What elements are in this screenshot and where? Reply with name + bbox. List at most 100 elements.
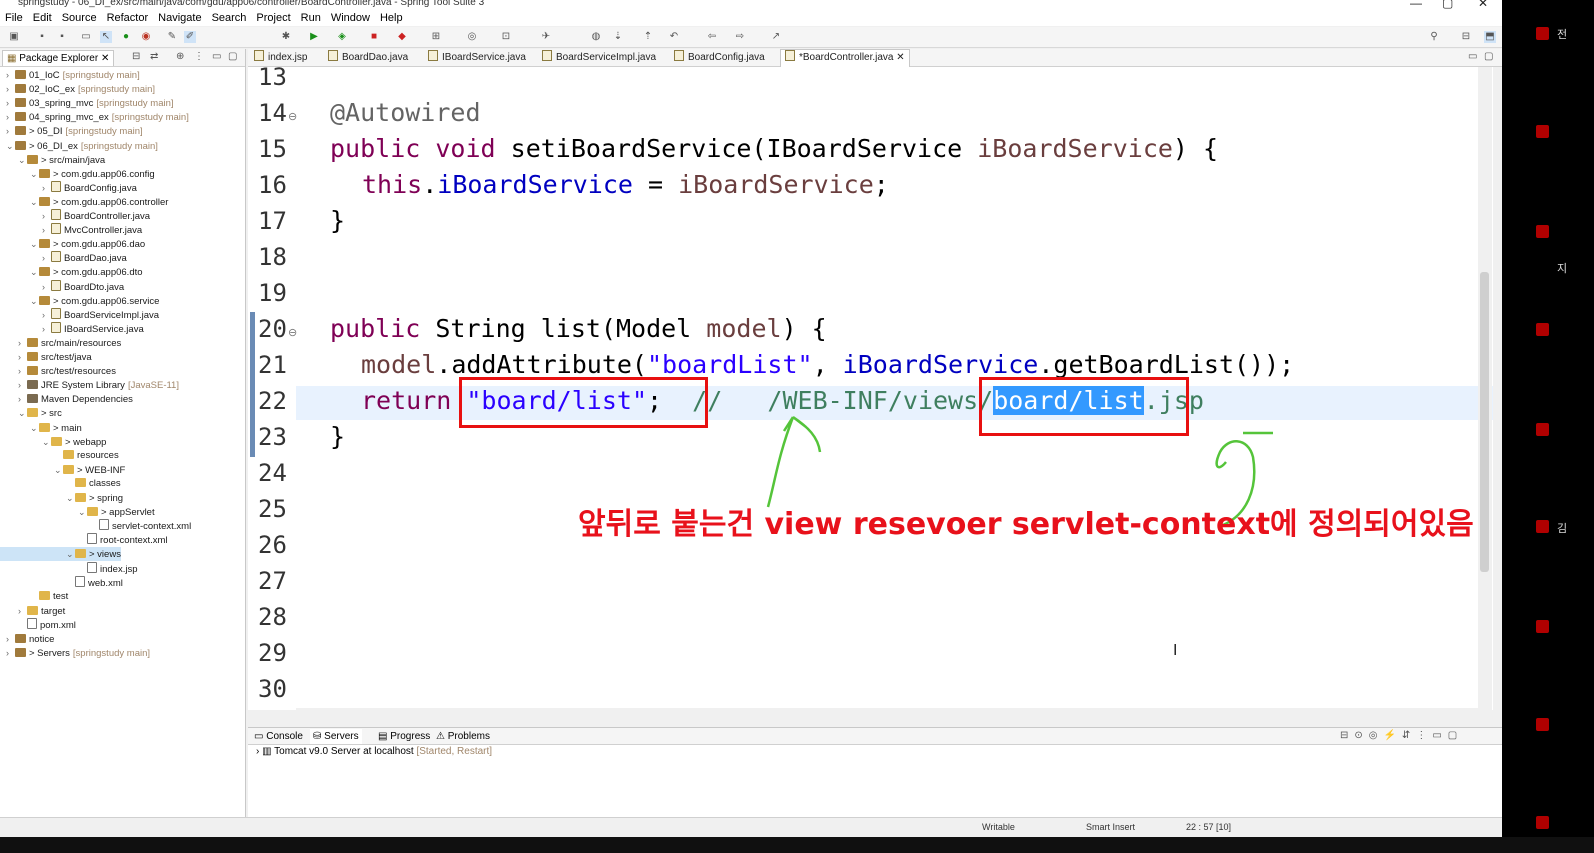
chevron-icon[interactable]: ⌄ <box>66 491 75 505</box>
chevron-icon[interactable]: › <box>6 96 15 110</box>
spring-icon[interactable]: ◉ <box>140 31 152 43</box>
search-icon[interactable]: ⚲ <box>1428 31 1440 43</box>
chevron-icon[interactable]: ⌄ <box>30 195 39 209</box>
server-entry[interactable]: › ▥ Tomcat v9.0 Server at localhost [Sta… <box>256 746 492 757</box>
fold-icon[interactable]: ⊖ <box>288 326 297 339</box>
console-icon[interactable]: ▭ <box>80 31 92 43</box>
tab-boardcontroller-java[interactable]: *BoardController.java ✕ <box>780 49 910 67</box>
tree-item[interactable]: ⌄ > WEB-INF <box>0 463 125 477</box>
boot-dashboard-icon[interactable]: ● <box>120 31 132 43</box>
open-task-icon[interactable]: ✈ <box>540 31 552 43</box>
external-tools-icon[interactable]: ◆ <box>396 31 408 43</box>
tree-item[interactable]: › 04_spring_mvc_ex [springstudy main] <box>0 110 189 124</box>
spring-perspective-icon[interactable]: ⬒ <box>1484 31 1496 43</box>
editor-vertical-scrollbar[interactable] <box>1478 67 1492 710</box>
tree-item[interactable]: servlet-context.xml <box>0 519 191 533</box>
tab-boardconfig-java[interactable]: BoardConfig.java <box>674 50 765 65</box>
chevron-icon[interactable]: › <box>42 322 51 336</box>
menu-source[interactable]: Source <box>57 10 102 25</box>
forward-icon[interactable]: ⇨ <box>734 31 746 43</box>
tab-console[interactable]: ▭ Console <box>254 729 303 744</box>
stop-icon[interactable]: ■ <box>368 31 380 43</box>
chevron-icon[interactable]: ⌄ <box>42 435 51 449</box>
tree-item[interactable]: › 03_spring_mvc [springstudy main] <box>0 96 174 110</box>
tree-item[interactable]: resources <box>0 449 119 463</box>
tree-item[interactable]: ⌄ > webapp <box>0 435 106 449</box>
debug-icon[interactable]: ✱ <box>280 31 292 43</box>
chevron-icon[interactable]: › <box>6 124 15 138</box>
tree-item[interactable]: › BoardServiceImpl.java <box>0 307 159 322</box>
tree-item[interactable]: › > 05_DI [springstudy main] <box>0 124 143 138</box>
tree-item[interactable]: › src/test/resources <box>0 364 116 378</box>
tree-item[interactable]: ⌄ > spring <box>0 491 123 505</box>
tree-item[interactable]: › BoardController.java <box>0 209 150 223</box>
pin-editor-icon[interactable]: ↗ <box>770 31 782 43</box>
chevron-icon[interactable]: ⌄ <box>30 167 39 181</box>
chevron-icon[interactable]: ⌄ <box>30 294 39 308</box>
server-actions-icon[interactable]: ⊟⊙◎⚡⇵⋮▭▢ <box>1340 730 1463 741</box>
tree-item[interactable]: › src/test/java <box>0 350 92 364</box>
chevron-icon[interactable]: ⌄ <box>18 406 27 420</box>
tab-servers[interactable]: ⛁ Servers <box>310 729 362 744</box>
chevron-icon[interactable]: › <box>42 181 51 195</box>
tree-item[interactable]: › > Servers [springstudy main] <box>0 646 150 660</box>
tree-item[interactable]: ⌄ > main <box>0 421 82 435</box>
tree-item[interactable]: ⌄ > com.gdu.app06.dto <box>0 265 143 279</box>
toggle-icon[interactable]: ↖ <box>100 31 112 43</box>
editor-horizontal-scrollbar[interactable] <box>296 708 1480 720</box>
close-button[interactable]: ✕ <box>1478 0 1488 10</box>
tree-item[interactable]: root-context.xml <box>0 533 168 547</box>
tree-item[interactable]: ⌄ > src/main/java <box>0 153 105 167</box>
tree-item[interactable]: › notice <box>0 632 54 646</box>
maximize-button[interactable]: ▢ <box>1442 0 1453 10</box>
chevron-icon[interactable]: › <box>18 350 27 364</box>
tree-item[interactable]: ⌄ > views <box>0 547 121 562</box>
minimize-button[interactable]: — <box>1410 0 1422 10</box>
tab-iboardservice-java[interactable]: IBoardService.java <box>428 50 526 65</box>
globe-icon[interactable]: ◍ <box>590 31 602 43</box>
menu-window[interactable]: Window <box>326 10 375 25</box>
tree-item[interactable]: › BoardDto.java <box>0 279 124 294</box>
menu-refactor[interactable]: Refactor <box>102 10 154 25</box>
tab-package-explorer[interactable]: ▦ Package Explorer ✕ <box>2 50 115 66</box>
tab-progress[interactable]: ▤ Progress <box>378 729 430 744</box>
tab-problems[interactable]: ⚠ Problems <box>436 729 490 744</box>
tree-item[interactable]: classes <box>0 477 121 491</box>
menu-search[interactable]: Search <box>207 10 252 25</box>
tree-item[interactable]: ⌄ > 06_DI_ex [springstudy main] <box>0 139 158 153</box>
tree-item[interactable]: web.xml <box>0 575 123 590</box>
view-menu-icon[interactable]: ⋮ <box>194 51 204 62</box>
chevron-icon[interactable]: ⌄ <box>54 463 63 477</box>
tree-item[interactable]: test <box>0 590 68 604</box>
tree-item[interactable]: › JRE System Library [JavaSE-11] <box>0 378 179 392</box>
tree-item[interactable]: › Maven Dependencies <box>0 392 133 406</box>
chevron-icon[interactable]: ⌄ <box>66 547 75 561</box>
save-icon[interactable]: ▪ <box>36 31 48 43</box>
coverage-icon[interactable]: ◈ <box>336 31 348 43</box>
chevron-icon[interactable]: › <box>42 280 51 294</box>
tab-index-jsp[interactable]: index.jsp <box>254 50 307 65</box>
last-edit-icon[interactable]: ↶ <box>668 31 680 43</box>
maximize-editor-icon[interactable]: ▢ <box>1484 51 1493 62</box>
new-class-icon[interactable]: ◎ <box>466 31 478 43</box>
tree-item[interactable]: ⌄ > appServlet <box>0 505 155 519</box>
chevron-icon[interactable]: › <box>42 251 51 265</box>
chevron-icon[interactable]: › <box>6 68 15 82</box>
open-type-icon[interactable]: ⊡ <box>500 31 512 43</box>
tree-item[interactable]: › BoardDao.java <box>0 251 127 265</box>
chevron-icon[interactable]: › <box>18 604 27 618</box>
tree-item[interactable]: index.jsp <box>0 561 138 576</box>
chevron-icon[interactable]: ⌄ <box>18 153 27 167</box>
tree-item[interactable]: › 01_IoC [springstudy main] <box>0 68 140 82</box>
maximize-view-icon[interactable]: ▢ <box>228 51 237 62</box>
chevron-icon[interactable]: ⌄ <box>30 265 39 279</box>
chevron-icon[interactable]: › <box>6 110 15 124</box>
new-java-project-icon[interactable]: ⊞ <box>430 31 442 43</box>
chevron-icon[interactable]: › <box>18 364 27 378</box>
link-editor-icon[interactable]: ⇄ <box>150 51 158 62</box>
tab-boarddao-java[interactable]: BoardDao.java <box>328 50 408 65</box>
tree-item[interactable]: › 02_IoC_ex [springstudy main] <box>0 82 155 96</box>
perspective-icon[interactable]: ⊟ <box>1460 31 1472 43</box>
minimize-editor-icon[interactable]: ▭ <box>1468 51 1477 62</box>
menu-edit[interactable]: Edit <box>28 10 57 25</box>
